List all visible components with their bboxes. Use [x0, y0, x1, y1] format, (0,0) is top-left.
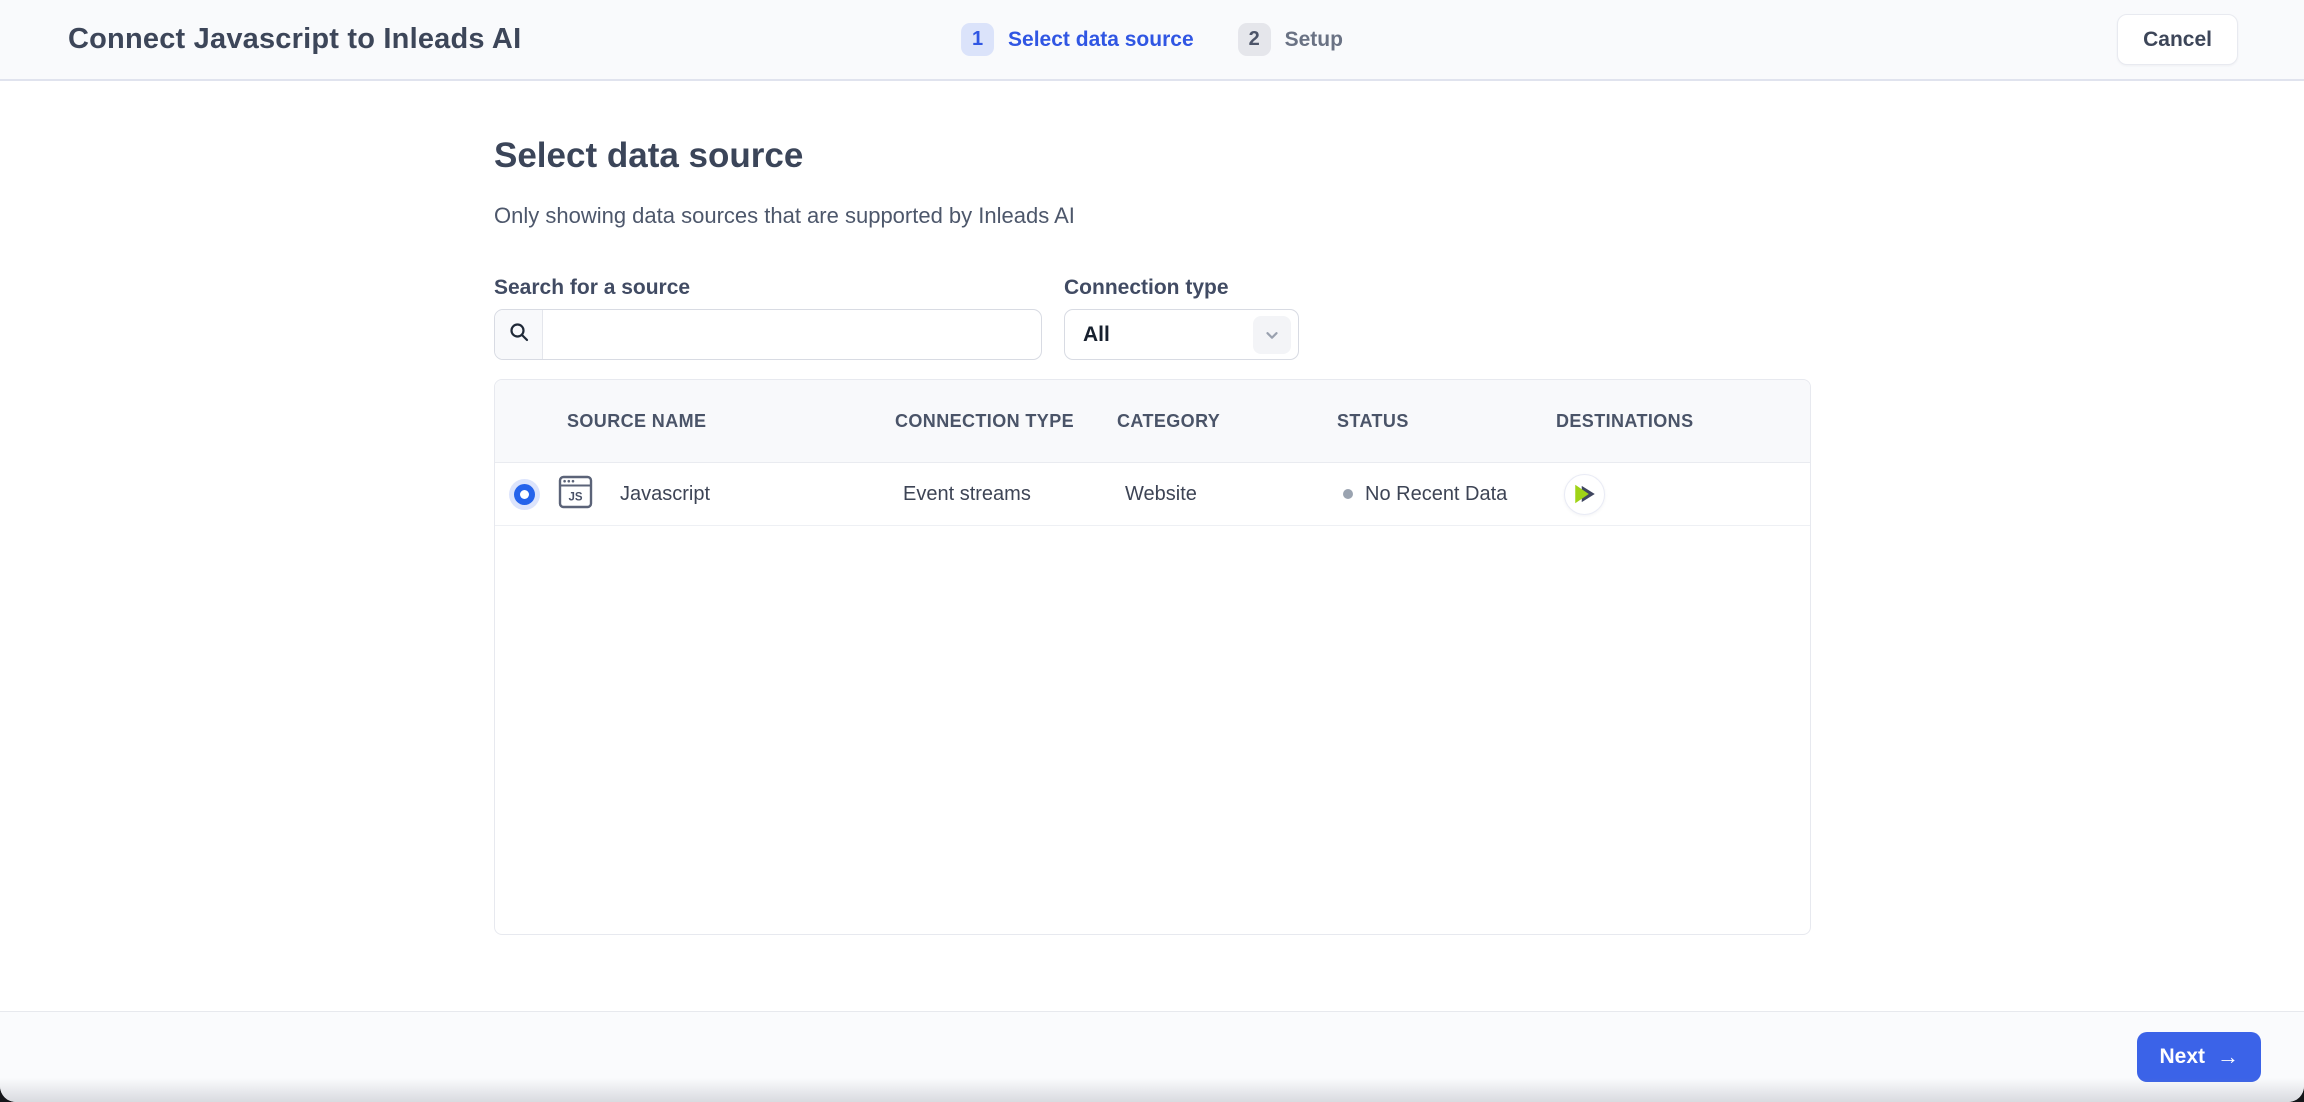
step-1-label: Select data source — [1008, 28, 1194, 52]
status-dot-icon — [1343, 489, 1353, 499]
status-cell: No Recent Data — [1337, 483, 1556, 506]
stepper: 1 Select data source 2 Setup — [961, 0, 1343, 79]
step-select-data-source[interactable]: 1 Select data source — [961, 23, 1194, 56]
col-header-category: CATEGORY — [1117, 411, 1337, 432]
main-content: Select data source Only showing data sou… — [0, 81, 2304, 1011]
sources-table: SOURCE NAME CONNECTION TYPE CATEGORY STA… — [494, 379, 1811, 935]
col-header-status: STATUS — [1337, 411, 1556, 432]
search-icon — [508, 321, 530, 348]
table-header-row: SOURCE NAME CONNECTION TYPE CATEGORY STA… — [495, 380, 1810, 463]
col-header-connection-type: CONNECTION TYPE — [895, 411, 1117, 432]
window-title: Connect Javascript to Inleads AI — [68, 23, 521, 56]
status-text: No Recent Data — [1365, 483, 1507, 506]
step-1-badge: 1 — [961, 23, 994, 56]
next-button-label: Next — [2159, 1045, 2205, 1069]
connection-type-group: Connection type All — [1064, 276, 1299, 360]
chevron-down-icon — [1253, 316, 1291, 354]
javascript-browser-icon: JS — [558, 473, 593, 515]
page-subtitle: Only showing data sources that are suppo… — [494, 203, 2304, 229]
bottom-shadow — [0, 1078, 2304, 1102]
arrow-right-icon: → — [2217, 1046, 2239, 1068]
connection-type-cell: Event streams — [895, 483, 1117, 506]
search-label: Search for a source — [494, 276, 1042, 300]
col-header-destinations: DESTINATIONS — [1556, 411, 1810, 432]
filter-controls: Search for a source Connection type — [494, 276, 2304, 360]
search-input[interactable] — [543, 310, 1041, 359]
fast-forward-play-icon — [1572, 481, 1598, 507]
destination-badge[interactable] — [1564, 474, 1605, 515]
connect-source-window: Connect Javascript to Inleads AI 1 Selec… — [0, 0, 2304, 1102]
step-setup[interactable]: 2 Setup — [1238, 23, 1343, 56]
source-cell: JS Javascript — [495, 473, 895, 515]
next-button[interactable]: Next → — [2137, 1032, 2261, 1082]
step-2-badge: 2 — [1238, 23, 1271, 56]
footer-bar: Next → — [0, 1011, 2304, 1102]
svg-text:JS: JS — [568, 492, 582, 504]
top-bar: Connect Javascript to Inleads AI 1 Selec… — [0, 0, 2304, 81]
connection-type-value: All — [1083, 323, 1110, 347]
search-icon-segment — [495, 310, 543, 359]
col-header-source-name: SOURCE NAME — [495, 411, 895, 432]
table-row[interactable]: JS Javascript Event streams Website No R… — [495, 463, 1810, 526]
category-cell: Website — [1117, 483, 1337, 506]
connection-type-label: Connection type — [1064, 276, 1299, 300]
cancel-button[interactable]: Cancel — [2117, 14, 2238, 65]
search-group: Search for a source — [494, 276, 1042, 360]
page-title: Select data source — [494, 135, 2304, 177]
radio-inner-dot — [520, 490, 529, 499]
source-radio-selected[interactable] — [514, 484, 535, 505]
search-box — [494, 309, 1042, 360]
destinations-cell — [1556, 474, 1810, 515]
step-2-label: Setup — [1285, 28, 1343, 52]
connection-type-select[interactable]: All — [1064, 309, 1299, 360]
source-name: Javascript — [620, 483, 710, 506]
